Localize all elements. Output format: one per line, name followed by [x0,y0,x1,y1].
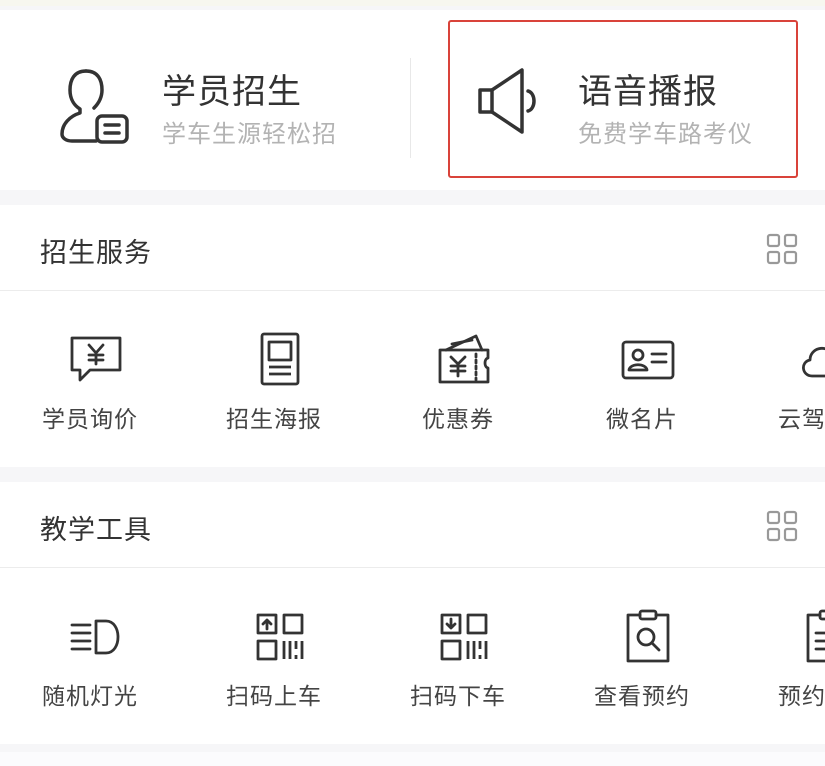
feature-student-recruitment[interactable]: 学员招生 学车生源轻松招 [0,10,410,190]
top-strip [0,0,825,6]
item-label: 查看预约 [594,684,690,710]
section-header: 招生服务 [0,205,825,291]
item-label: 扫码下车 [410,684,506,710]
item-appointment[interactable]: 预约 [770,569,825,744]
grid-icon[interactable] [766,510,798,542]
item-cloud[interactable]: 云驾 [770,292,825,467]
feature-card: 学员招生 学车生源轻松招 语音播报 免费学车路考仪 [0,10,825,190]
item-business-card[interactable]: 微名片 [552,292,732,467]
item-label: 扫码上车 [226,684,322,710]
item-poster[interactable]: 招生海报 [184,292,364,467]
item-label: 学员询价 [42,407,138,433]
divider [410,58,411,158]
item-scan-alight[interactable]: 扫码下车 [368,569,548,744]
scan-board-icon [256,613,304,661]
item-label: 优惠券 [422,407,494,433]
item-label: 微名片 [606,407,678,433]
item-label: 随机灯光 [42,684,138,710]
highlight-frame [448,20,798,178]
feature-subtitle: 学车生源轻松招 [162,120,337,148]
cloud-icon [802,346,825,378]
coupon-icon [438,334,490,384]
feature-title: 学员招生 [162,72,302,112]
item-view-appointment[interactable]: 查看预约 [552,569,732,744]
business-card-icon [621,340,675,380]
item-grid: 随机灯光 扫码上车 扫码下车 查看预约 预约 [0,569,825,744]
item-label: 云驾 [778,407,825,433]
item-label: 预约 [778,684,825,710]
grid-icon[interactable] [766,233,798,265]
price-inquiry-icon [70,336,122,382]
item-coupon[interactable]: 优惠券 [368,292,548,467]
poster-icon [260,332,300,386]
section-title: 教学工具 [40,515,152,546]
item-label: 招生海报 [226,407,322,433]
item-price-inquiry[interactable]: 学员询价 [0,292,180,467]
scan-alight-icon [440,613,488,661]
item-random-lights[interactable]: 随机灯光 [0,569,180,744]
section-title: 招生服务 [40,238,152,269]
item-scan-board[interactable]: 扫码上车 [184,569,364,744]
headlight-icon [70,619,120,655]
section-teaching-tools: 教学工具 随机灯光 扫码上车 扫码下车 查看预约 预约 [0,482,825,744]
student-profile-icon [60,69,129,144]
appointment-icon [806,609,825,663]
bottom-strip [0,752,825,766]
item-grid: 学员询价 招生海报 优惠券 微名片 云驾 [0,292,825,467]
section-recruitment-services: 招生服务 学员询价 招生海报 优惠券 微名片 云驾 [0,205,825,467]
view-appointment-icon [626,609,670,663]
section-header: 教学工具 [0,482,825,568]
